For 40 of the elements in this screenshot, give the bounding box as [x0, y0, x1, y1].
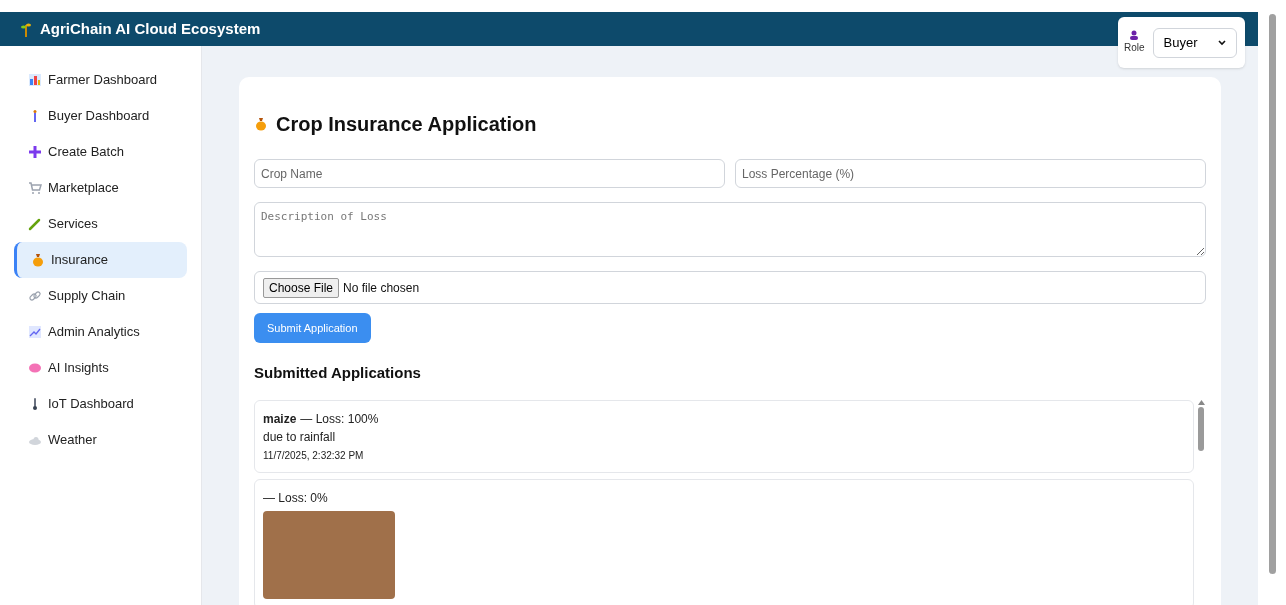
brain-icon [28, 361, 42, 375]
file-field[interactable]: Choose File No file chosen [254, 271, 1206, 304]
loss-percentage-field[interactable]: Loss Percentage (%) [735, 159, 1206, 188]
role-select[interactable]: Buyer [1152, 27, 1237, 58]
sidebar-item[interactable]: Farmer Dashboard [14, 62, 187, 98]
loss-text: — Loss: 0% [263, 489, 328, 507]
money-bag-icon [254, 117, 268, 131]
line-chart-icon [28, 325, 42, 339]
loss-text: — Loss: 100% [300, 410, 379, 428]
form-title: Crop Insurance Application [276, 112, 537, 137]
cart-icon [28, 181, 42, 195]
crop-name-field[interactable]: Crop Name [254, 159, 725, 188]
chevron-down-icon [1217, 39, 1226, 46]
timestamp: 11/7/2025, 2:32:32 PM [263, 448, 365, 463]
pen-icon [28, 217, 42, 231]
sidebar-item[interactable]: Create Batch [14, 134, 187, 170]
app-title: AgriChain AI Cloud Ecosystem [40, 18, 261, 39]
sidebar-item[interactable]: Insurance [14, 242, 187, 278]
sidebar-item[interactable]: Marketplace [14, 170, 187, 206]
crop-name: maize [263, 410, 297, 428]
sidebar-item[interactable]: Buyer Dashboard [14, 98, 187, 134]
section-title: Submitted Applications [254, 363, 422, 383]
plus-icon [28, 145, 42, 159]
bar-chart-icon [28, 73, 42, 87]
sidebar-item[interactable]: AI Insights [14, 350, 187, 386]
plant-icon [20, 21, 32, 37]
role-label: Role [1124, 41, 1145, 55]
sidebar-item[interactable]: Weather [14, 422, 187, 458]
description-field[interactable]: Description of Loss [254, 202, 1206, 257]
sidebar-item[interactable]: Admin Analytics [14, 314, 187, 350]
person-icon [1129, 30, 1140, 40]
file-status: No file chosen [343, 279, 420, 297]
loss-description: due to rainfall [263, 428, 337, 446]
sidebar-item[interactable]: Services [14, 206, 187, 242]
scroll-up-icon[interactable] [1197, 399, 1205, 405]
link-icon [28, 289, 42, 303]
choose-file-button[interactable]: Choose File [263, 277, 340, 298]
sidebar-item[interactable]: IoT Dashboard [14, 386, 187, 422]
money-bag-icon [31, 253, 45, 267]
sidebar-item[interactable]: Supply Chain [14, 278, 187, 314]
